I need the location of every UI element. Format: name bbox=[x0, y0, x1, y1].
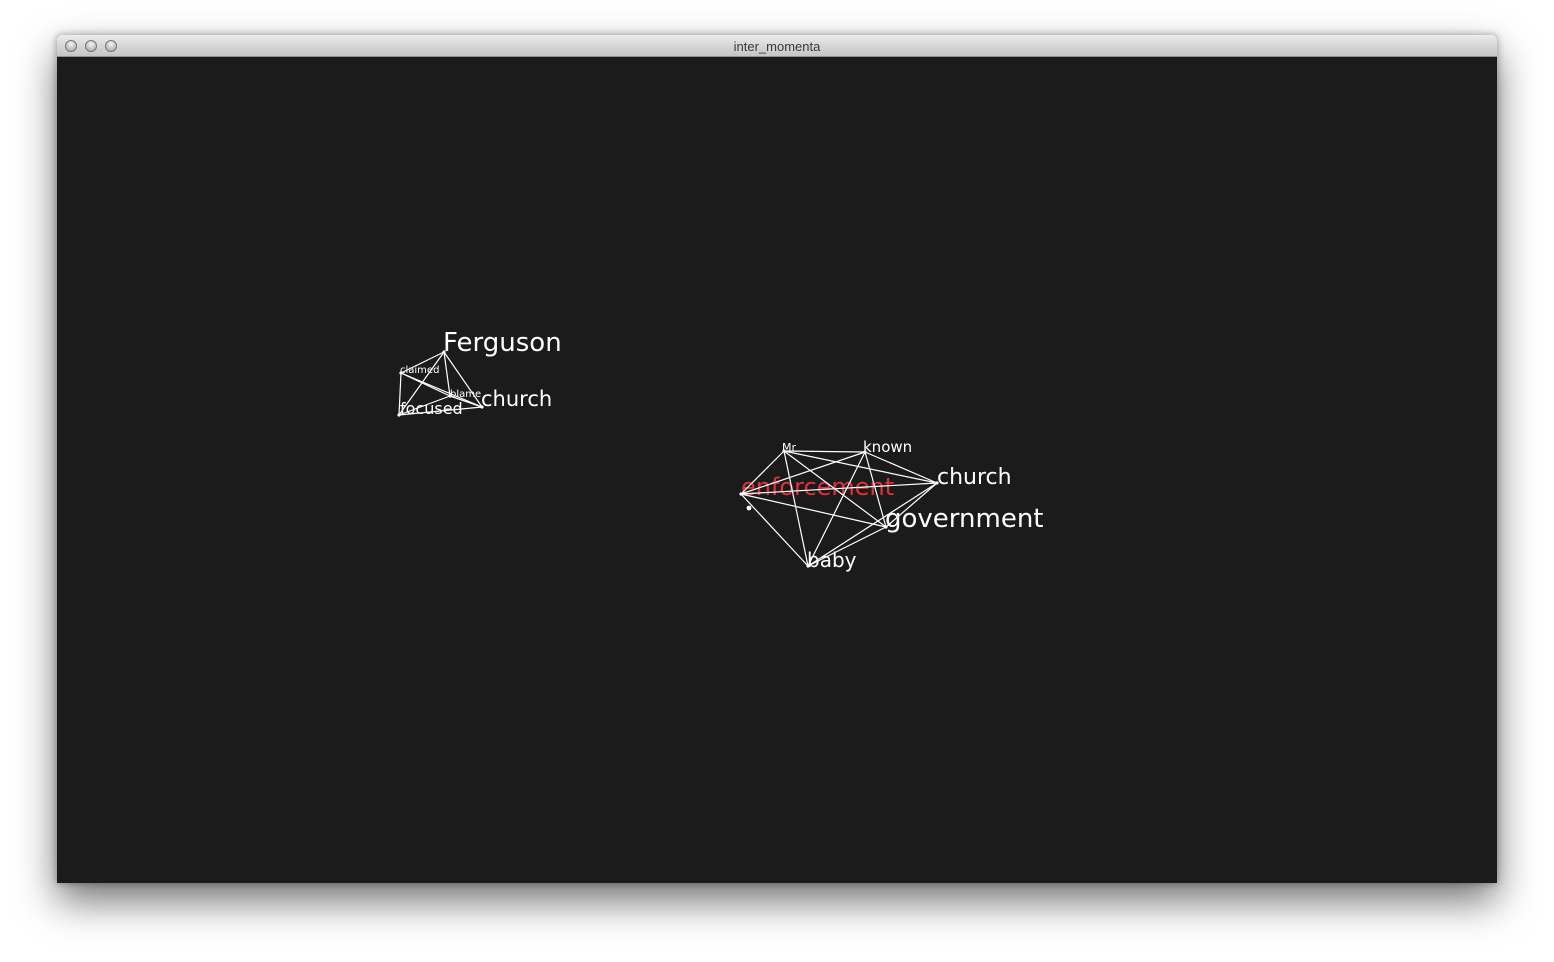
word-label-cluster-right-government[interactable]: government bbox=[885, 504, 1044, 534]
word-label-cluster-right-baby[interactable]: baby bbox=[807, 548, 857, 572]
stray-dot-cluster-right-0 bbox=[746, 505, 752, 511]
word-network-canvas[interactable]: enforcement Ferguson claimed blame focused c… bbox=[57, 57, 1497, 883]
word-label-cluster-right-church[interactable]: church bbox=[937, 465, 1012, 490]
app-window: inter_momenta enforcement Ferguson claime… bbox=[57, 35, 1497, 883]
word-label-cluster-left-focused[interactable]: focused bbox=[400, 399, 463, 418]
node-dot-cluster-right-enforcement bbox=[739, 492, 743, 496]
word-label-cluster-left-claimed[interactable]: claimed bbox=[400, 365, 439, 376]
edge-cluster-right-mr-known bbox=[783, 450, 866, 453]
word-label-cluster-right-known[interactable]: known bbox=[863, 438, 912, 456]
title-bar[interactable]: inter_momenta bbox=[57, 35, 1497, 57]
word-network-graph: enforcement Fergusonclaimedblamefocused c… bbox=[397, 328, 1044, 572]
window-title: inter_momenta bbox=[733, 39, 821, 54]
word-label-cluster-left-ferguson[interactable]: Ferguson bbox=[443, 328, 562, 358]
edge-cluster-right-enforcement-baby bbox=[740, 493, 809, 567]
word-label-cluster-left-church[interactable]: church bbox=[481, 387, 552, 411]
word-label-cluster-right-mr[interactable]: Mr bbox=[782, 441, 796, 454]
